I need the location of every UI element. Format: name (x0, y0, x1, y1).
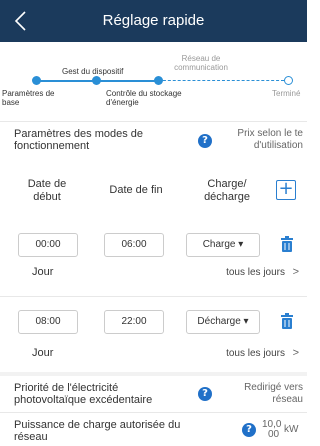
mode-label-line2: fonctionnement (14, 140, 90, 152)
mode-label-line1: Paramètres des modes de (14, 128, 144, 140)
add-period-button[interactable]: + (276, 180, 296, 200)
divider (0, 121, 307, 122)
trash-icon (281, 313, 293, 329)
grid-label-line1: Puissance de charge autorisée du (14, 419, 181, 431)
step-dot-storage (154, 76, 163, 85)
pv-value-line1: Redirigé vers (244, 382, 303, 393)
step-dot-base (32, 76, 41, 85)
step-dot-done (284, 76, 293, 85)
mode-value-line1: Prix selon le te (237, 128, 303, 139)
grid-value-bottom[interactable]: 00 (268, 430, 279, 440)
col-header-charge-line1: Charge/ (207, 178, 247, 190)
end-time-input[interactable]: 06:00 (104, 233, 164, 257)
start-time-input[interactable]: 00:00 (18, 233, 78, 257)
col-header-charge: Charge/ décharge (190, 178, 264, 204)
trash-icon (281, 236, 293, 252)
step-connector-3 (158, 80, 284, 81)
step-label-storage: Contrôle du stockage d'énergie (106, 89, 182, 107)
col-header-charge-line2: décharge (204, 191, 250, 203)
step-label-network: Réseau de communication (174, 54, 228, 72)
delete-period-button[interactable] (281, 313, 293, 329)
chevron-right-icon[interactable]: > (293, 347, 299, 359)
col-header-start-line1: Date de (27, 178, 67, 190)
divider (0, 412, 307, 413)
col-header-start: Date de début (14, 178, 80, 204)
grid-unit: kW (284, 424, 299, 435)
start-time-input[interactable]: 08:00 (18, 310, 78, 334)
divider (0, 296, 307, 297)
end-time-input[interactable]: 22:00 (104, 310, 164, 334)
pv-label-line1: Priorité de l'électricité (14, 382, 119, 394)
col-header-start-line2: début (33, 191, 61, 203)
info-icon[interactable]: ? (242, 423, 256, 437)
delete-period-button[interactable] (281, 236, 293, 252)
app-header: Réglage rapide (0, 0, 307, 42)
step-label-base: Paramètres de base (2, 89, 55, 107)
section-divider (0, 372, 307, 376)
step-label-finished: Terminé (272, 89, 301, 98)
day-label: Jour (32, 347, 54, 359)
info-icon[interactable]: ? (198, 387, 212, 401)
page-title: Réglage rapide (102, 12, 205, 29)
progress-stepper: Paramètres de base Gest du dispositif Co… (0, 42, 307, 122)
info-icon[interactable]: ? (198, 134, 212, 148)
charge-mode-select[interactable]: Décharge ▾ (186, 310, 260, 334)
step-label-device: Gest du dispositif (62, 67, 124, 76)
day-label: Jour (32, 266, 54, 278)
charge-mode-select[interactable]: Charge ▾ (186, 233, 260, 257)
day-value[interactable]: tous les jours (226, 348, 285, 359)
mode-value-line2: d'utilisation (253, 140, 303, 151)
pv-value-line2: réseau (272, 394, 303, 405)
chevron-right-icon[interactable]: > (293, 266, 299, 278)
plus-icon: + (278, 178, 294, 199)
step-connector-1 (36, 80, 96, 82)
step-connector-2 (96, 80, 158, 82)
pv-label-line2: photovoltaïque excédentaire (14, 394, 153, 406)
grid-label-line2: réseau (14, 431, 48, 443)
step-dot-device (92, 76, 101, 85)
col-header-end: Date de fin (109, 184, 163, 196)
day-value[interactable]: tous les jours (226, 267, 285, 278)
